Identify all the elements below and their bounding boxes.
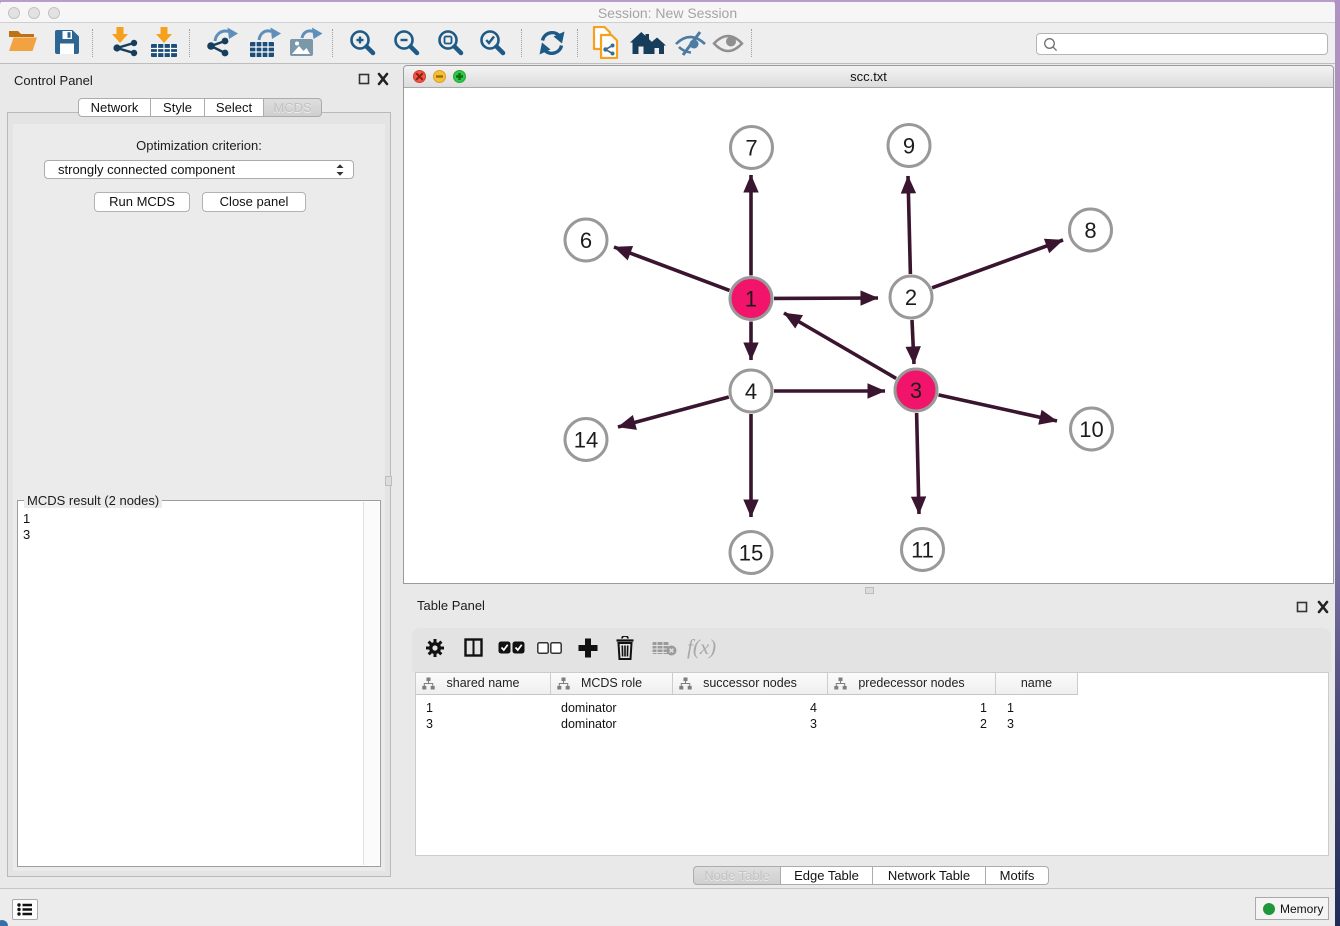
svg-text:10: 10 — [1079, 417, 1103, 442]
svg-text:14: 14 — [574, 428, 598, 453]
svg-text:7: 7 — [745, 136, 757, 161]
svg-text:6: 6 — [580, 228, 592, 253]
svg-text:11: 11 — [911, 538, 934, 563]
svg-text:15: 15 — [739, 541, 763, 566]
svg-text:4: 4 — [745, 379, 757, 404]
svg-text:1: 1 — [745, 287, 757, 312]
svg-text:9: 9 — [903, 134, 915, 159]
svg-text:3: 3 — [910, 378, 922, 403]
svg-text:2: 2 — [905, 285, 917, 310]
svg-text:8: 8 — [1084, 218, 1096, 243]
